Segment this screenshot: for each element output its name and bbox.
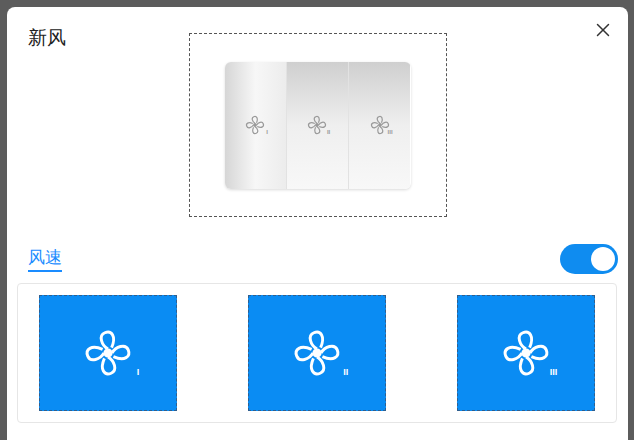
fan-icon <box>244 114 266 136</box>
speed-button[interactable]: I <box>39 295 177 411</box>
speed-fan: II <box>290 326 344 380</box>
fan-icon <box>499 326 553 380</box>
speed-mark: I <box>266 129 268 135</box>
dialog-title: 新风 <box>28 25 189 51</box>
device-preview: IIIIII <box>189 33 447 217</box>
toggle-knob <box>591 247 615 271</box>
speed-mark: II <box>343 368 348 377</box>
fan-icon <box>81 326 135 380</box>
screen: 新风IIIIII风速IIIIII <box>0 0 634 440</box>
speed-mark: I <box>137 368 140 377</box>
close-icon <box>592 19 614 41</box>
device-panel: IIIIII <box>225 62 411 189</box>
speed-fan: I <box>81 326 135 380</box>
device-key-fan: I <box>244 114 266 136</box>
dialog-header: 新风IIIIII <box>7 7 628 217</box>
speed-mark: III <box>550 368 558 377</box>
device-key[interactable]: II <box>286 62 348 189</box>
device-key[interactable]: I <box>225 62 286 189</box>
device-key[interactable]: III <box>348 62 410 189</box>
close-button[interactable] <box>590 17 616 43</box>
fan-icon <box>369 114 391 136</box>
device-key-fan: III <box>369 114 391 136</box>
speed-mark: II <box>327 129 330 135</box>
speed-button[interactable]: II <box>248 295 386 411</box>
section-tab[interactable]: 风速 <box>28 247 62 272</box>
speed-panel: IIIIII <box>17 283 617 423</box>
fan-icon <box>306 114 328 136</box>
speed-fan: III <box>499 326 553 380</box>
speed-mark: III <box>388 129 393 135</box>
device-key-fan: II <box>306 114 328 136</box>
fan-icon <box>290 326 344 380</box>
toggle-switch[interactable] <box>560 244 618 274</box>
section-header: 风速 <box>7 244 628 274</box>
speed-button[interactable]: III <box>457 295 595 411</box>
dialog: 新风IIIIII风速IIIIII <box>7 7 628 440</box>
